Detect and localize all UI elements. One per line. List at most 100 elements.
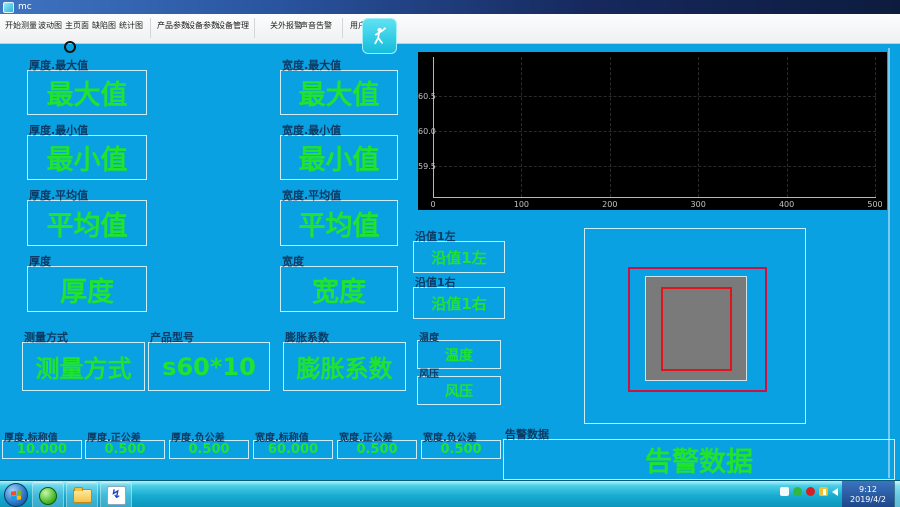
taskbar-clock[interactable]: 9:12 2019/4/2	[842, 481, 894, 507]
edge1-right-value: 沿值1右	[414, 288, 504, 318]
thickness-nominal-box: 厚度.标称值 10.000	[2, 440, 82, 459]
chart-x-tick-label: 200	[598, 200, 622, 209]
width-nominal-label: 宽度.标称值	[255, 429, 309, 444]
measure-mode-value: 测量方式	[23, 343, 144, 390]
thickness-max-label: 厚度.最大值	[29, 57, 88, 73]
application-window: mc 开始测量 波动图 主页面 缺陷图 统计图 产品参数 设备参数 设备管理 关…	[0, 0, 900, 507]
taskbar-app-measure[interactable]: ↯	[100, 482, 132, 507]
window-titlebar: mc	[0, 0, 900, 14]
expansion-coeff-value: 膨胀系数	[284, 343, 405, 390]
width-neg-tol-label: 宽度.负公差	[423, 429, 477, 444]
toolbar-button-device-params[interactable]: 设备参数	[187, 20, 219, 31]
measure-mode-box: 测量方式 测量方式	[22, 342, 145, 391]
green-status-icon[interactable]	[793, 487, 802, 496]
chart-gridline	[875, 57, 876, 197]
width-pos-tol-label: 宽度.正公差	[339, 429, 393, 444]
edge1-right-label: 沿值1右	[415, 274, 456, 290]
toolbar-button-stats-chart[interactable]: 统计图	[119, 20, 143, 31]
red-status-icon[interactable]	[806, 487, 815, 496]
globe-icon	[39, 487, 57, 505]
product-model-label: 产品型号	[150, 329, 194, 345]
volume-icon[interactable]	[832, 488, 838, 496]
toolbar-separator	[150, 18, 151, 38]
thickness-neg-tol-box: 厚度.负公差 0.500	[169, 440, 249, 459]
width-avg-box: 宽度.平均值 平均值	[280, 200, 398, 246]
thickness-value: 厚度	[28, 267, 146, 311]
width-avg-value: 平均值	[281, 201, 397, 245]
thickness-nominal-label: 厚度.标称值	[4, 429, 58, 444]
width-min-value: 最小值	[281, 136, 397, 179]
toolbar-button-wave-chart[interactable]: 波动图	[38, 20, 62, 31]
wind-pressure-value: 风压	[418, 377, 500, 404]
chart-x-tick-label: 300	[686, 200, 710, 209]
chart-x-tick-label: 100	[509, 200, 533, 209]
expansion-coeff-label: 膨胀系数	[285, 329, 329, 345]
width-max-label: 宽度.最大值	[282, 57, 341, 73]
width-max-value: 最大值	[281, 71, 397, 114]
thickness-pos-tol-label: 厚度.正公差	[87, 429, 141, 444]
toolbar: 开始测量 波动图 主页面 缺陷图 统计图 产品参数 设备参数 设备管理 关外报警…	[0, 14, 900, 44]
thickness-avg-label: 厚度.平均值	[29, 187, 88, 203]
product-model-box: 产品型号 s60*10	[148, 342, 270, 391]
temperature-value: 温度	[418, 341, 500, 368]
system-tray	[780, 487, 838, 496]
windows-logo-icon	[11, 490, 21, 500]
alarm-data-value: 告警数据	[504, 440, 894, 479]
folder-icon	[73, 489, 92, 503]
window-right-edge	[888, 48, 890, 478]
product-model-value: s60*10	[149, 343, 269, 390]
chart-x-axis	[433, 197, 876, 198]
width-max-box: 宽度.最大值 最大值	[280, 70, 398, 115]
thickness-avg-box: 厚度.平均值 平均值	[27, 200, 147, 246]
toolbar-button-external-alarm[interactable]: 关外报警	[270, 20, 302, 31]
temperature-label: 温度	[419, 329, 439, 344]
taskbar-app-explorer[interactable]	[66, 482, 98, 507]
toolbar-button-defect-chart[interactable]: 缺陷图	[92, 20, 116, 31]
toolbar-button-main-page[interactable]: 主页面	[65, 20, 89, 31]
taskbar: ↯ 9:12 2019/4/2	[0, 480, 900, 507]
chart-gridline	[434, 131, 876, 132]
width-min-label: 宽度.最小值	[282, 122, 341, 138]
expansion-coeff-box: 膨胀系数 膨胀系数	[283, 342, 406, 391]
toolbar-button-sound-alert[interactable]: 声音告警	[300, 20, 332, 31]
current-page-indicator-icon	[64, 41, 76, 53]
chart-y-tick-label: 60.0	[418, 127, 431, 136]
edge1-left-value: 沿值1左	[414, 242, 504, 272]
width-label: 宽度	[282, 253, 304, 269]
language-indicator-icon[interactable]	[780, 487, 789, 496]
logo-button[interactable]	[362, 18, 397, 54]
alarm-data-label: 告警数据	[505, 426, 549, 442]
chart-x-tick-label: 400	[775, 200, 799, 209]
taskbar-app-browser[interactable]	[32, 482, 64, 507]
width-min-box: 宽度.最小值 最小值	[280, 135, 398, 180]
measure-mode-label: 测量方式	[24, 329, 68, 345]
toolbar-button-device-manage[interactable]: 设备管理	[217, 20, 249, 31]
thickness-min-value: 最小值	[28, 136, 146, 179]
edge1-right-box: 沿值1右 沿值1右	[413, 287, 505, 319]
edge1-left-label: 沿值1左	[415, 228, 456, 244]
width-value: 宽度	[281, 267, 397, 311]
chart-gridline	[434, 166, 876, 167]
width-nominal-box: 宽度.标称值 60.000	[253, 440, 333, 459]
chart-gridline	[787, 57, 788, 197]
width-avg-label: 宽度.平均值	[282, 187, 341, 203]
toolbar-button-product-params[interactable]: 产品参数	[157, 20, 189, 31]
person-figure-icon	[369, 25, 391, 47]
thickness-min-label: 厚度.最小值	[29, 122, 88, 138]
wind-pressure-label: 风压	[419, 365, 439, 380]
thickness-max-value: 最大值	[28, 71, 146, 114]
show-desktop-button[interactable]	[894, 481, 900, 507]
chart-gridline	[698, 57, 699, 197]
app-icon	[3, 2, 14, 13]
thickness-label: 厚度	[29, 253, 51, 269]
thickness-box: 厚度 厚度	[27, 266, 147, 312]
thickness-max-box: 厚度.最大值 最大值	[27, 70, 147, 115]
profile-inner-outline	[661, 287, 732, 371]
chart-x-tick-label: 0	[421, 200, 445, 209]
chart-x-tick-label: 500	[863, 200, 887, 209]
chart-y-tick-label: 59.5	[418, 162, 431, 171]
start-button[interactable]	[4, 483, 28, 507]
toolbar-button-start-measure[interactable]: 开始测量	[5, 20, 37, 31]
chart-gridline	[610, 57, 611, 197]
clock-date: 2019/4/2	[850, 495, 886, 505]
